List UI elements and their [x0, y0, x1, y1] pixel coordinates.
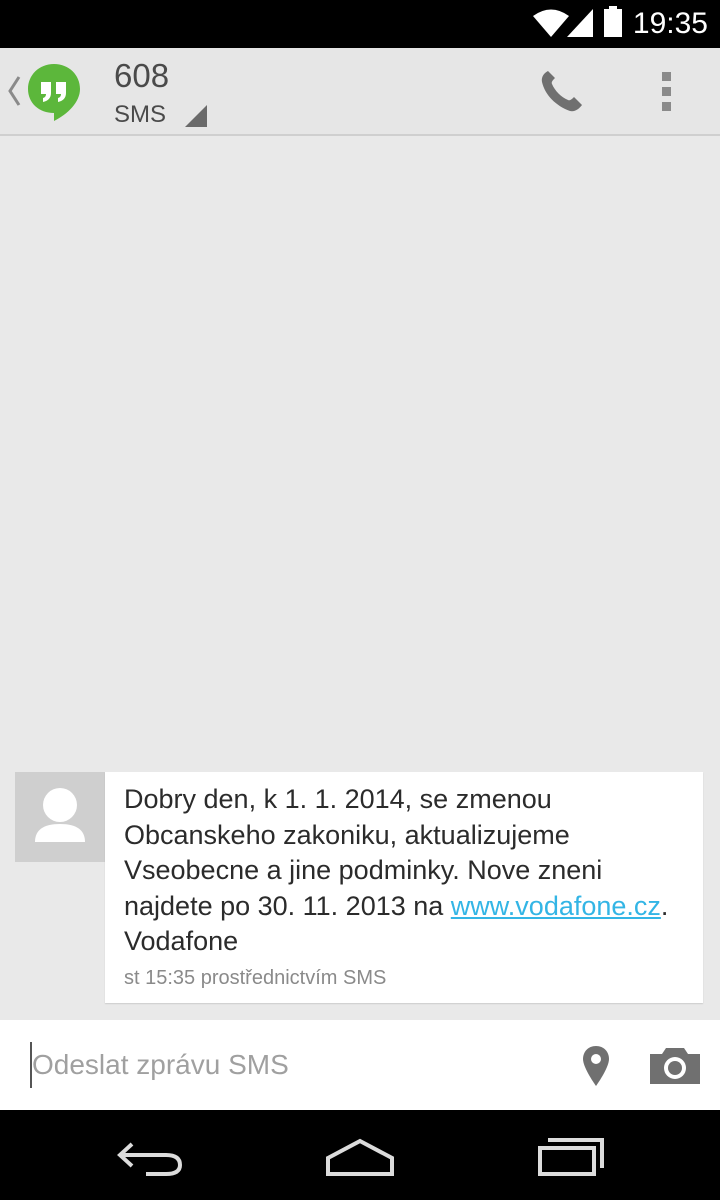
signal-icon [567, 9, 593, 37]
dropdown-triangle-icon[interactable] [184, 104, 208, 128]
status-bar: 19:35 [0, 0, 720, 48]
wifi-icon [533, 9, 569, 37]
message-link[interactable]: www.vodafone.cz [451, 891, 661, 921]
recents-icon[interactable] [536, 1136, 606, 1176]
app-bar: 608 SMS [0, 48, 720, 136]
location-pin-icon[interactable] [580, 1044, 612, 1088]
camera-icon[interactable] [648, 1046, 702, 1086]
channel-label[interactable]: SMS [114, 101, 166, 129]
compose-bar [0, 1020, 720, 1110]
conversation-area: Dobry den, k 1. 1. 2014, se zmenou Obcan… [0, 136, 720, 1020]
navigation-bar [0, 1110, 720, 1200]
back-chevron-icon[interactable] [6, 74, 22, 108]
message-timestamp: st 15:35 prostřednictvím SMS [124, 967, 387, 989]
message-text: Dobry den, k 1. 1. 2014, se zmenou Obcan… [124, 782, 694, 960]
message-bubble[interactable]: Dobry den, k 1. 1. 2014, se zmenou Obcan… [105, 772, 703, 1003]
home-icon[interactable] [324, 1138, 396, 1178]
hangouts-logo-icon[interactable] [26, 62, 82, 122]
contact-name[interactable]: 608 [114, 56, 169, 96]
overflow-menu-icon[interactable] [654, 70, 680, 114]
status-time: 19:35 [632, 7, 708, 40]
message-input[interactable] [30, 1042, 552, 1088]
battery-icon [604, 6, 622, 37]
bubble-tail [90, 772, 105, 787]
back-icon[interactable] [116, 1136, 184, 1176]
phone-icon[interactable] [536, 68, 588, 116]
